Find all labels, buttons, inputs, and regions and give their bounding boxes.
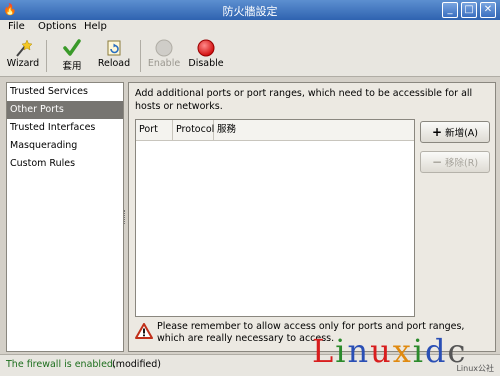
toolbar: Wizard 套用 Reload Enable Disable <box>0 36 500 77</box>
apply-button[interactable]: 套用 <box>54 36 90 74</box>
minimize-icon[interactable]: _ <box>442 2 458 18</box>
add-port-button[interactable]: + 新增(A) <box>420 121 490 143</box>
modified-indicator: (modified) <box>112 359 162 370</box>
other-ports-panel: Add additional ports or port ranges, whi… <box>128 82 496 352</box>
close-icon[interactable]: ✕ <box>480 2 496 18</box>
table-header: Port Protocol 服務 <box>136 120 414 141</box>
enable-circle-icon <box>155 39 173 57</box>
title-bar: 🔥 防火牆設定 _ □ ✕ <box>0 0 500 20</box>
menu-file[interactable]: File <box>8 21 25 32</box>
firewall-status: The firewall is enabled. <box>6 359 116 370</box>
toolbar-separator <box>140 40 141 72</box>
sidebar-item-custom-rules[interactable]: Custom Rules <box>7 155 123 173</box>
sidebar-item-trusted-interfaces[interactable]: Trusted Interfaces <box>7 119 123 137</box>
watermark-subtext: Linux公社 <box>456 364 494 373</box>
disable-button[interactable]: Disable <box>188 36 224 74</box>
minus-icon: − <box>431 155 442 169</box>
sidebar-item-masquerading[interactable]: Masquerading <box>7 137 123 155</box>
column-protocol[interactable]: Protocol <box>173 120 214 140</box>
watermark-text: Linuxidc <box>312 332 468 370</box>
menu-bar: File Options Help <box>0 20 500 36</box>
wizard-button[interactable]: Wizard <box>6 36 40 74</box>
reload-button[interactable]: Reload <box>96 36 132 74</box>
warning-icon <box>135 323 153 339</box>
plus-icon: + <box>431 125 443 139</box>
menu-help[interactable]: Help <box>84 21 107 32</box>
enable-button[interactable]: Enable <box>146 36 182 74</box>
toolbar-separator <box>46 40 47 72</box>
window-title: 防火牆設定 <box>222 5 278 18</box>
watermark-logo: Linuxidc Linux公社 <box>312 334 498 374</box>
menu-options[interactable]: Options <box>38 21 77 32</box>
sidebar-item-other-ports[interactable]: Other Ports <box>7 101 123 119</box>
column-port[interactable]: Port <box>136 120 173 140</box>
maximize-icon[interactable]: □ <box>461 2 477 18</box>
check-icon <box>63 39 81 56</box>
disable-red-circle-icon <box>197 39 215 57</box>
panel-description: Add additional ports or port ranges, whi… <box>135 88 473 112</box>
remove-port-button[interactable]: − 移除(R) <box>420 151 490 173</box>
ports-table[interactable]: Port Protocol 服務 <box>135 119 415 317</box>
reload-icon <box>107 40 121 56</box>
column-service[interactable]: 服務 <box>214 120 412 140</box>
wizard-wand-icon <box>16 39 33 57</box>
category-list: Trusted Services Other Ports Trusted Int… <box>6 82 124 352</box>
sidebar-item-trusted-services[interactable]: Trusted Services <box>7 83 123 101</box>
